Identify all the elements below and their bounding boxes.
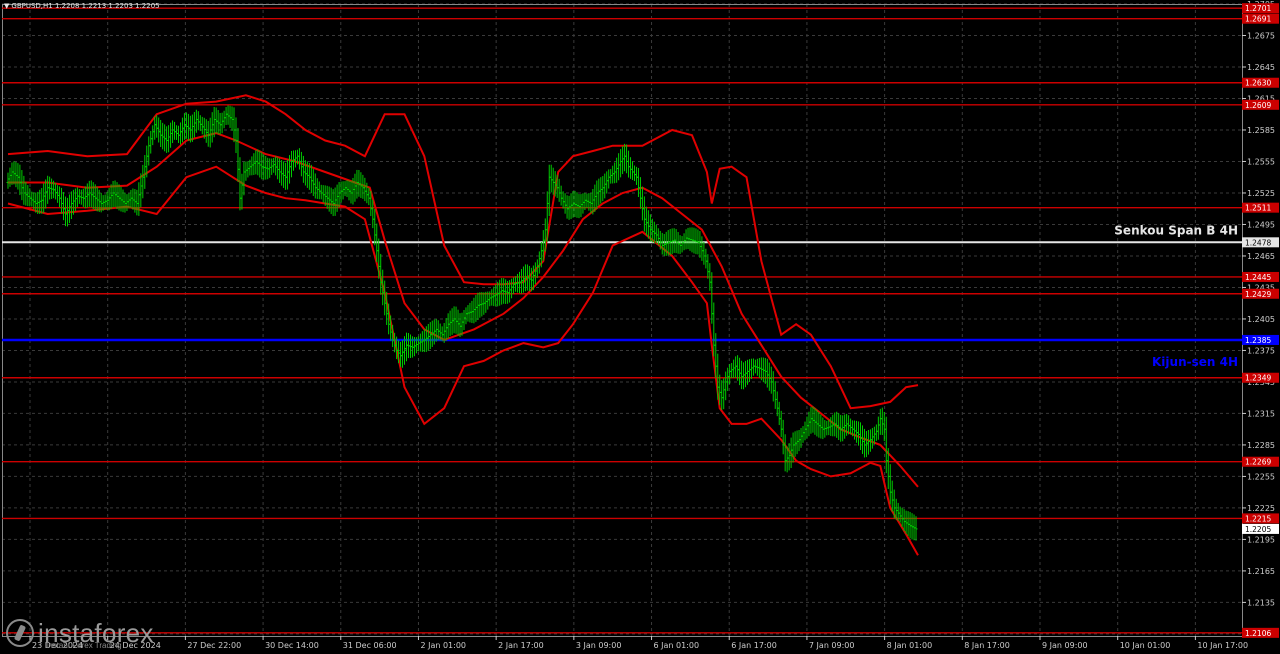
x-tick-label: 2 Jan 01:00: [420, 641, 466, 650]
senkou-price-tag-text: 1.2478: [1245, 238, 1271, 247]
instaforex-logo: instaforex Instant Forex Trading: [6, 616, 154, 650]
y-tick-label: 1.2375: [1247, 346, 1275, 355]
x-tick-label: 30 Dec 14:00: [265, 641, 319, 650]
level-price-tag-text: 1.2630: [1245, 79, 1271, 88]
y-axis: 1.27051.26751.26451.26151.25851.25551.25…: [1242, 0, 1275, 639]
logo-icon: [6, 619, 34, 647]
y-tick-label: 1.2285: [1247, 441, 1275, 450]
level-price-tag-text: 1.2511: [1245, 204, 1271, 213]
level-price-tag-text: 1.2269: [1245, 458, 1271, 467]
x-tick-label: 27 Dec 22:00: [187, 641, 241, 650]
y-tick-label: 1.2195: [1247, 535, 1275, 544]
symbol-ohlc: GBPUSD,H1 1.2208 1.2213 1.2203 1.2205: [11, 2, 160, 10]
chart-root: 1.27051.26751.26451.26151.25851.25551.25…: [0, 0, 1280, 654]
price-chart[interactable]: 1.27051.26751.26451.26151.25851.25551.25…: [0, 0, 1280, 654]
x-tick-label: 9 Jan 09:00: [1042, 641, 1088, 650]
x-tick-label: 8 Jan 01:00: [887, 641, 933, 650]
x-tick-label: 10 Jan 01:00: [1120, 641, 1171, 650]
level-price-tag-text: 1.2445: [1245, 273, 1271, 282]
senkou-span-b-label: Senkou Span B 4H: [1114, 223, 1238, 237]
level-price-tag-text: 1.2429: [1245, 290, 1271, 299]
kijun-sen-label: Kijun-sen 4H: [1152, 355, 1238, 369]
level-price-tag-text: 1.2349: [1245, 374, 1271, 383]
y-tick-label: 1.2555: [1247, 157, 1275, 166]
y-tick-label: 1.2225: [1247, 504, 1275, 513]
symbol-header: ▼ GBPUSD,H1 1.2208 1.2213 1.2203 1.2205: [4, 2, 160, 10]
y-tick-label: 1.2135: [1247, 598, 1275, 607]
y-tick-label: 1.2405: [1247, 315, 1275, 324]
y-tick-label: 1.2645: [1247, 63, 1275, 72]
level-price-tag-text: 1.2106: [1245, 629, 1271, 638]
kijun-price-tag-text: 1.2385: [1245, 336, 1271, 345]
y-tick-label: 1.2525: [1247, 189, 1275, 198]
x-tick-label: 10 Jan 17:00: [1197, 641, 1248, 650]
level-price-tag-text: 1.2691: [1245, 15, 1271, 24]
x-tick-label: 31 Dec 06:00: [343, 641, 397, 650]
x-tick-label: 6 Jan 01:00: [654, 641, 700, 650]
level-price-tag-text: 1.2215: [1245, 514, 1271, 523]
x-tick-label: 6 Jan 17:00: [731, 641, 777, 650]
chevron-down-icon[interactable]: ▼: [4, 2, 9, 10]
current-price-tag-text: 1.2205: [1245, 525, 1271, 534]
x-tick-label: 7 Jan 09:00: [809, 641, 855, 650]
x-tick-label: 2 Jan 17:00: [498, 641, 544, 650]
level-price-tag-text: 1.2609: [1245, 101, 1271, 110]
x-tick-label: 3 Jan 09:00: [576, 641, 622, 650]
y-tick-label: 1.2495: [1247, 220, 1275, 229]
y-tick-label: 1.2585: [1247, 126, 1275, 135]
logo-tagline: Instant Forex Trading: [46, 641, 122, 650]
y-tick-label: 1.2675: [1247, 31, 1275, 40]
y-tick-label: 1.2255: [1247, 472, 1275, 481]
y-tick-label: 1.2315: [1247, 409, 1275, 418]
y-tick-label: 1.2165: [1247, 567, 1275, 576]
x-tick-label: 8 Jan 17:00: [964, 641, 1010, 650]
y-tick-label: 1.2465: [1247, 252, 1275, 261]
level-price-tag-text: 1.2701: [1245, 4, 1271, 13]
